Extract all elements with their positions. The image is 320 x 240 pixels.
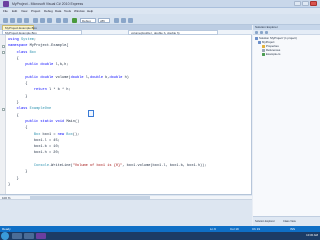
refresh-icon[interactable] [265, 31, 268, 34]
code-line[interactable]: public double volume(double l,double b,d… [8, 75, 129, 81]
taskbar-browser-button[interactable] [24, 233, 34, 239]
toolbar: Debug x86 [0, 14, 320, 25]
code-line[interactable]: } [8, 100, 19, 106]
code-line[interactable]: { [8, 125, 27, 131]
code-line[interactable]: Console.WriteLine("Volume of box1 is {0}… [8, 163, 207, 169]
menu-help[interactable]: Help [87, 9, 93, 13]
code-line[interactable]: public double l,b,h; [8, 62, 68, 68]
solution-explorer-toolbar [253, 30, 320, 35]
properties-icon[interactable] [255, 31, 258, 34]
fold-toggle-icon[interactable] [2, 51, 5, 55]
csharp-file-icon [262, 53, 265, 56]
code-line[interactable]: Box box1 = new Box(); [8, 132, 79, 138]
windows-taskbar: 10:30 AM [0, 232, 320, 240]
fold-toggle-icon[interactable] [2, 107, 5, 111]
uncomment-icon[interactable] [128, 18, 133, 23]
code-line[interactable]: class ExampleOne [8, 106, 52, 112]
code-line[interactable]: { [8, 56, 19, 62]
menu-window[interactable]: Window [74, 9, 85, 13]
menu-view[interactable]: View [21, 9, 27, 13]
tree-item-example-cs[interactable]: Example.cs [262, 53, 280, 56]
menu-file[interactable]: File [3, 9, 8, 13]
code-line[interactable]: public static void Main() [8, 119, 79, 125]
zoom-level[interactable]: 100 % [2, 196, 11, 200]
project-icon [258, 41, 261, 44]
start-button[interactable] [1, 232, 9, 240]
code-line[interactable]: } [8, 176, 19, 182]
menu-data[interactable]: Data [55, 9, 61, 13]
copy-icon[interactable] [40, 18, 45, 23]
scrollbar-thumb[interactable] [30, 196, 150, 200]
horizontal-scrollbar[interactable]: 100 % [0, 196, 252, 200]
visual-studio-icon [3, 1, 9, 7]
open-file-icon[interactable] [10, 18, 15, 23]
window-title: MyProject - Microsoft Visual C# 2010 Exp… [12, 2, 84, 6]
paste-icon[interactable] [47, 18, 52, 23]
platform-dropdown[interactable]: x86 [98, 18, 110, 23]
editor-margin [0, 35, 6, 194]
start-debugging-icon[interactable] [72, 18, 77, 23]
taskbar-visual-studio-button[interactable] [36, 233, 46, 239]
find-icon[interactable] [114, 18, 119, 23]
code-line[interactable]: using System; [8, 37, 36, 43]
solution-icon [255, 37, 258, 40]
close-button[interactable] [310, 1, 317, 6]
comment-icon[interactable] [121, 18, 126, 23]
menu-project[interactable]: Project [31, 9, 40, 13]
code-line[interactable]: box1.b = 10; [8, 144, 60, 150]
taskbar-clock: 10:30 AM [306, 233, 318, 237]
taskbar-explorer-button[interactable] [12, 233, 22, 239]
folder-icon [262, 45, 265, 48]
save-icon[interactable] [17, 18, 22, 23]
solution-explorer-footer: Solution Explorer Class View [253, 216, 320, 226]
tree-item-label: Example.cs [266, 52, 281, 56]
new-project-icon[interactable] [3, 18, 8, 23]
menu-debug[interactable]: Debug [44, 9, 53, 13]
show-all-files-icon[interactable] [260, 31, 263, 34]
cut-icon[interactable] [33, 18, 38, 23]
menu-edit[interactable]: Edit [12, 9, 17, 13]
code-line[interactable]: return l * b * h; [8, 87, 71, 93]
code-line[interactable]: } [8, 94, 27, 100]
solution-explorer: Solution Explorer Solution 'MyProject' (… [253, 25, 320, 226]
bottom-panel: 100 % [0, 194, 252, 226]
maximize-button[interactable] [302, 1, 309, 6]
code-line[interactable]: box1.h = 20; [8, 150, 60, 156]
configuration-dropdown[interactable]: Debug [80, 18, 96, 23]
code-line[interactable]: box1.l = 45; [8, 138, 60, 144]
reference-icon [262, 49, 265, 52]
tab-class-view[interactable]: Class View [283, 220, 296, 223]
minimize-button[interactable] [294, 1, 301, 6]
save-all-icon[interactable] [24, 18, 29, 23]
title-bar: MyProject - Microsoft Visual C# 2010 Exp… [0, 0, 320, 8]
code-line[interactable]: { [8, 113, 19, 119]
tab-solution-explorer[interactable]: Solution Explorer [255, 220, 275, 223]
redo-icon[interactable] [63, 18, 68, 23]
code-line[interactable]: { [8, 81, 27, 87]
code-editor[interactable]: using System; namespace MyProject.Example… [0, 35, 252, 194]
code-line[interactable]: } [8, 182, 10, 188]
code-line[interactable]: namespace MyProject.Example{ [8, 43, 68, 49]
fold-toggle-icon[interactable] [2, 44, 5, 48]
text-cursor-highlight [88, 110, 94, 117]
code-line[interactable]: class Box [8, 50, 36, 56]
menu-tools[interactable]: Tools [64, 9, 71, 13]
undo-icon[interactable] [56, 18, 61, 23]
code-line[interactable]: } [8, 169, 27, 175]
